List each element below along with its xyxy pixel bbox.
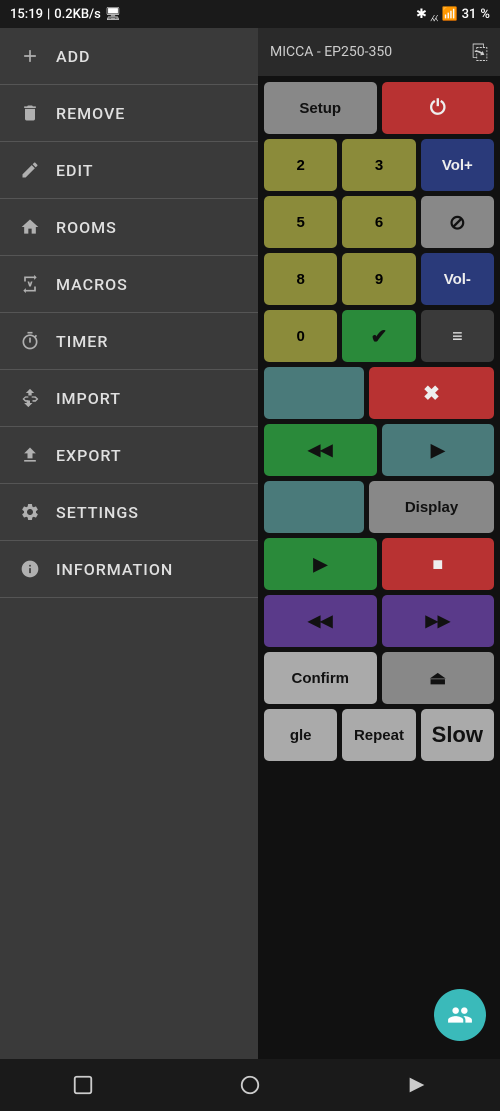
btn-row-6: ✖ <box>264 367 494 419</box>
close-button[interactable]: ✖ <box>369 367 494 419</box>
sidebar-item-settings[interactable]: SETTINGS <box>0 484 258 541</box>
status-left: 15:19 | 0.2KB/s 🖥 <box>10 7 121 22</box>
btn-row-11: Confirm ⏏ <box>264 652 494 704</box>
stop-button[interactable]: ■ <box>382 538 495 590</box>
sidebar-item-edit[interactable]: EDIT <box>0 142 258 199</box>
setup-button[interactable]: Setup <box>264 82 377 134</box>
fastforward-button[interactable]: ▶▶ <box>382 595 495 647</box>
btn-row-4: 8 9 Vol- <box>264 253 494 305</box>
fab-button[interactable] <box>434 989 486 1041</box>
time-display: 15:19 <box>10 7 43 22</box>
battery-icon: % <box>480 7 490 22</box>
btn-row-2: 2 3 Vol+ <box>264 139 494 191</box>
sidebar-label-timer: TIMER <box>56 332 108 351</box>
confirm-button[interactable]: Confirm <box>264 652 377 704</box>
btn-row-1: Setup ⏻ <box>264 82 494 134</box>
vol-minus-button[interactable]: Vol- <box>421 253 494 305</box>
back-button[interactable] <box>393 1061 441 1109</box>
btn-row-8: Display <box>264 481 494 533</box>
signal-icon: ⁁⁁ <box>431 7 438 22</box>
sidebar-label-export: EXPORT <box>56 446 122 465</box>
sidebar: ADD REMOVE EDIT ROOMS MACROS <box>0 28 258 1059</box>
btn-row-9: ▶ ■ <box>264 538 494 590</box>
remote-header: MICCA - EP250-350 ⎘ <box>258 28 500 76</box>
btn-row-12: gle Repeat Slow <box>264 709 494 761</box>
sidebar-item-macros[interactable]: MACROS <box>0 256 258 313</box>
btn-row-5: 0 ✔ ≡ <box>264 310 494 362</box>
btn-row-7: ◀◀ ▶ <box>264 424 494 476</box>
btn-row-10: ◀◀ ▶▶ <box>264 595 494 647</box>
battery-level: 31 <box>462 7 477 22</box>
data-speed: 0.2KB/s <box>54 7 101 22</box>
confirm-check-button[interactable]: ✔ <box>342 310 415 362</box>
num2-button[interactable]: 2 <box>264 139 337 191</box>
sidebar-label-rooms: ROOMS <box>56 218 117 237</box>
sidebar-label-settings: SETTINGS <box>56 503 139 522</box>
button-grid: Setup ⏻ 2 3 Vol+ 5 6 ⊘ 8 9 Vol- <box>258 76 500 1059</box>
sidebar-item-timer[interactable]: TIMER <box>0 313 258 370</box>
import-icon <box>18 386 42 410</box>
main-layout: ADD REMOVE EDIT ROOMS MACROS <box>0 28 500 1059</box>
sidebar-label-add: ADD <box>56 47 91 66</box>
sidebar-item-import[interactable]: IMPORT <box>0 370 258 427</box>
bluetooth-icon: ✱ <box>416 7 427 22</box>
sidebar-label-information: INFORMATION <box>56 560 173 579</box>
menu-button[interactable]: ≡ <box>421 310 494 362</box>
slow-button[interactable]: Slow <box>421 709 494 761</box>
num3-button[interactable]: 3 <box>342 139 415 191</box>
macro-icon <box>18 272 42 296</box>
sidebar-label-import: IMPORT <box>56 389 121 408</box>
info-icon <box>18 557 42 581</box>
copy-icon[interactable]: ⎘ <box>472 40 488 64</box>
remote-title: MICCA - EP250-350 <box>270 44 392 60</box>
home-nav-button[interactable] <box>226 1061 274 1109</box>
rewind-button[interactable]: ◀◀ <box>264 424 377 476</box>
sidebar-item-remove[interactable]: REMOVE <box>0 85 258 142</box>
sidebar-item-add[interactable]: ADD <box>0 28 258 85</box>
network-speed: | <box>47 7 50 22</box>
teal-mid-button[interactable] <box>264 481 364 533</box>
display-button[interactable]: Display <box>369 481 494 533</box>
edit-icon <box>18 158 42 182</box>
home-icon <box>18 215 42 239</box>
gear-icon <box>18 500 42 524</box>
remote-panel: MICCA - EP250-350 ⎘ Setup ⏻ 2 3 Vol+ 5 6… <box>258 28 500 1059</box>
teal-left-button[interactable] <box>264 367 364 419</box>
mute-button[interactable]: ⊘ <box>421 196 494 248</box>
num6-button[interactable]: 6 <box>342 196 415 248</box>
status-bar: 15:19 | 0.2KB/s 🖥 ✱ ⁁⁁ 📶 31 % <box>0 0 500 28</box>
recent-button[interactable] <box>59 1061 107 1109</box>
play-small-button[interactable]: ▶ <box>382 424 495 476</box>
nav-bar <box>0 1059 500 1111</box>
vol-plus-button[interactable]: Vol+ <box>421 139 494 191</box>
sidebar-item-information[interactable]: INFORMATION <box>0 541 258 598</box>
sidebar-item-rooms[interactable]: ROOMS <box>0 199 258 256</box>
num9-button[interactable]: 9 <box>342 253 415 305</box>
gle-button[interactable]: gle <box>264 709 337 761</box>
num0-button[interactable]: 0 <box>264 310 337 362</box>
status-right: ✱ ⁁⁁ 📶 31 % <box>416 7 490 22</box>
screen-icon: 🖥 <box>105 7 122 22</box>
user-group-icon <box>447 1002 473 1028</box>
eject-button[interactable]: ⏏ <box>382 652 495 704</box>
sidebar-label-edit: EDIT <box>56 161 94 180</box>
plus-icon <box>18 44 42 68</box>
rewind2-button[interactable]: ◀◀ <box>264 595 377 647</box>
timer-icon <box>18 329 42 353</box>
repeat-button[interactable]: Repeat <box>342 709 415 761</box>
num8-button[interactable]: 8 <box>264 253 337 305</box>
btn-row-3: 5 6 ⊘ <box>264 196 494 248</box>
remove-icon <box>18 101 42 125</box>
sidebar-label-remove: REMOVE <box>56 104 125 123</box>
num5-button[interactable]: 5 <box>264 196 337 248</box>
wifi-icon: 📶 <box>441 7 457 22</box>
export-icon <box>18 443 42 467</box>
play-button[interactable]: ▶ <box>264 538 377 590</box>
sidebar-item-export[interactable]: EXPORT <box>0 427 258 484</box>
sidebar-label-macros: MACROS <box>56 275 128 294</box>
power-button[interactable]: ⏻ <box>382 82 495 134</box>
